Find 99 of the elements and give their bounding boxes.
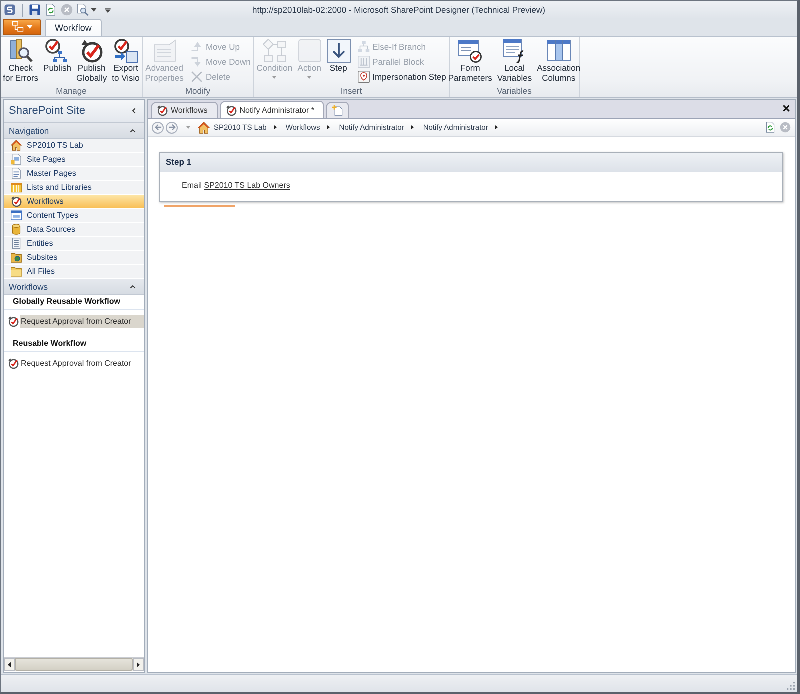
panel-title: SharePoint Site (9, 105, 86, 117)
arrow-left-icon (154, 124, 162, 131)
chevron-left-icon[interactable] (132, 108, 136, 114)
book-magnifier-icon (8, 39, 33, 63)
home-icon (11, 140, 22, 151)
caret-icon[interactable] (105, 8, 111, 12)
new-page-icon (332, 105, 344, 116)
folder-icon (11, 266, 22, 277)
back-button[interactable] (152, 122, 164, 134)
group-label: Variables (496, 86, 533, 97)
local-variables-button[interactable]: Local Variables (495, 39, 534, 86)
scroll-right-button[interactable] (133, 658, 144, 671)
impersonation-step-button[interactable]: Impersonation Step (356, 69, 448, 84)
new-tab-button[interactable] (326, 102, 350, 118)
columns-list-icon (11, 182, 22, 193)
columns-table-icon (546, 39, 571, 63)
nav-item[interactable]: Content Types (4, 209, 144, 223)
arrow-down-icon (190, 56, 203, 68)
form-parameters-button[interactable]: Form Parameters (446, 39, 494, 86)
checkmark-network-icon (45, 39, 70, 63)
caret-icon (26, 25, 32, 29)
group-label: Insert (340, 86, 364, 97)
nav-item[interactable]: Subsites (4, 251, 144, 265)
nav-item[interactable]: Data Sources (4, 223, 144, 237)
group-label: Manage (55, 86, 88, 97)
checkmark-circle-icon (80, 39, 104, 63)
sitemap-icon (12, 21, 24, 33)
workflow-item[interactable]: Request Approval from Creator (4, 357, 144, 370)
save-icon[interactable] (29, 4, 41, 16)
checkmark-circle-icon (157, 105, 168, 116)
properties-page-icon (152, 39, 177, 63)
export-to-visio-button[interactable]: Export to Visio (110, 39, 142, 86)
publish-globally-button[interactable]: Publish Globally (74, 39, 110, 86)
caret-icon[interactable] (91, 8, 97, 12)
nav-item[interactable]: SP2010 TS Lab (4, 139, 144, 153)
insertion-marker (164, 205, 235, 207)
nav-item[interactable]: All Files (4, 265, 144, 279)
caret-right-icon[interactable] (327, 125, 330, 130)
square-icon (298, 39, 322, 63)
horizontal-scrollbar[interactable] (4, 657, 144, 671)
checkmark-circle-icon (226, 104, 237, 116)
nav-item[interactable]: Entities (4, 237, 144, 251)
preview-icon[interactable] (77, 4, 89, 16)
document-tab[interactable]: Notify Administrator * (220, 101, 324, 118)
delete-icon (190, 70, 203, 82)
caret-right-icon[interactable] (495, 125, 498, 130)
check-errors-button[interactable]: Check for Errors (1, 39, 41, 86)
nav-item[interactable]: Site Pages (4, 153, 144, 167)
recipient-link[interactable]: SP2010 TS Lab Owners (204, 181, 290, 190)
group-label: Modify (184, 86, 212, 97)
page-icon (11, 154, 22, 165)
step-button[interactable]: Step (324, 39, 353, 86)
scrollbar-thumb[interactable] (15, 658, 133, 671)
chevron-up-icon[interactable] (130, 128, 136, 132)
globe-folder-icon (11, 252, 22, 263)
branch-icon (358, 40, 370, 52)
arrow-up-icon (190, 40, 203, 52)
group-heading: Reusable Workflow (4, 337, 144, 352)
publish-button[interactable]: Publish (42, 39, 74, 86)
caret-right-icon[interactable] (274, 125, 277, 130)
checkmark-circle-icon (8, 316, 19, 327)
triangle-left-icon (8, 662, 11, 668)
database-icon (11, 224, 22, 235)
step-header: Step 1 (160, 153, 782, 172)
checkmark-export-icon (114, 39, 138, 63)
scroll-left-button[interactable] (4, 658, 15, 671)
document-tab[interactable]: Workflows (151, 102, 218, 118)
down-arrow-box-icon (326, 39, 351, 63)
master-page-icon (11, 168, 22, 179)
file-button[interactable] (3, 19, 41, 35)
window-title: http://sp2010lab-02:2000 - Microsoft SharePoint Designer (Technical Preview) (252, 5, 546, 15)
app-logo-icon[interactable] (4, 4, 16, 16)
close-icon[interactable] (783, 105, 790, 112)
arrow-right-icon (168, 124, 176, 131)
checkmark-circle-icon (11, 196, 22, 207)
group-heading: Globally Reusable Workflow (4, 295, 144, 310)
nav-item[interactable]: Master Pages (4, 167, 144, 181)
nav-item[interactable]: Workflows (4, 195, 144, 209)
refresh-page-icon[interactable] (45, 4, 57, 16)
flowchart-icon (262, 39, 287, 63)
chevron-up-icon[interactable] (130, 284, 136, 288)
form-checkmark-icon (458, 39, 482, 63)
section-header[interactable]: Workflows (4, 279, 144, 295)
home-icon[interactable] (198, 122, 210, 134)
parallel-bars-icon (358, 56, 370, 68)
ribbon-tab[interactable]: Workflow (45, 19, 102, 36)
forward-button[interactable] (166, 122, 178, 134)
checkmark-circle-icon (8, 358, 19, 369)
caret-right-icon[interactable] (411, 125, 414, 130)
nav-item[interactable]: Lists and Libraries (4, 181, 144, 195)
section-header[interactable]: Navigation (4, 123, 144, 139)
document-list-icon (11, 238, 22, 249)
action-sentence: Email SP2010 TS Lab Owners (182, 181, 292, 190)
refresh-page-icon[interactable] (765, 122, 776, 133)
window-icon (11, 210, 22, 221)
association-columns-button[interactable]: Association Columns (535, 39, 583, 86)
triangle-right-icon (137, 662, 140, 668)
pin-tile-icon (358, 70, 370, 82)
resize-grip-icon[interactable] (787, 682, 795, 690)
